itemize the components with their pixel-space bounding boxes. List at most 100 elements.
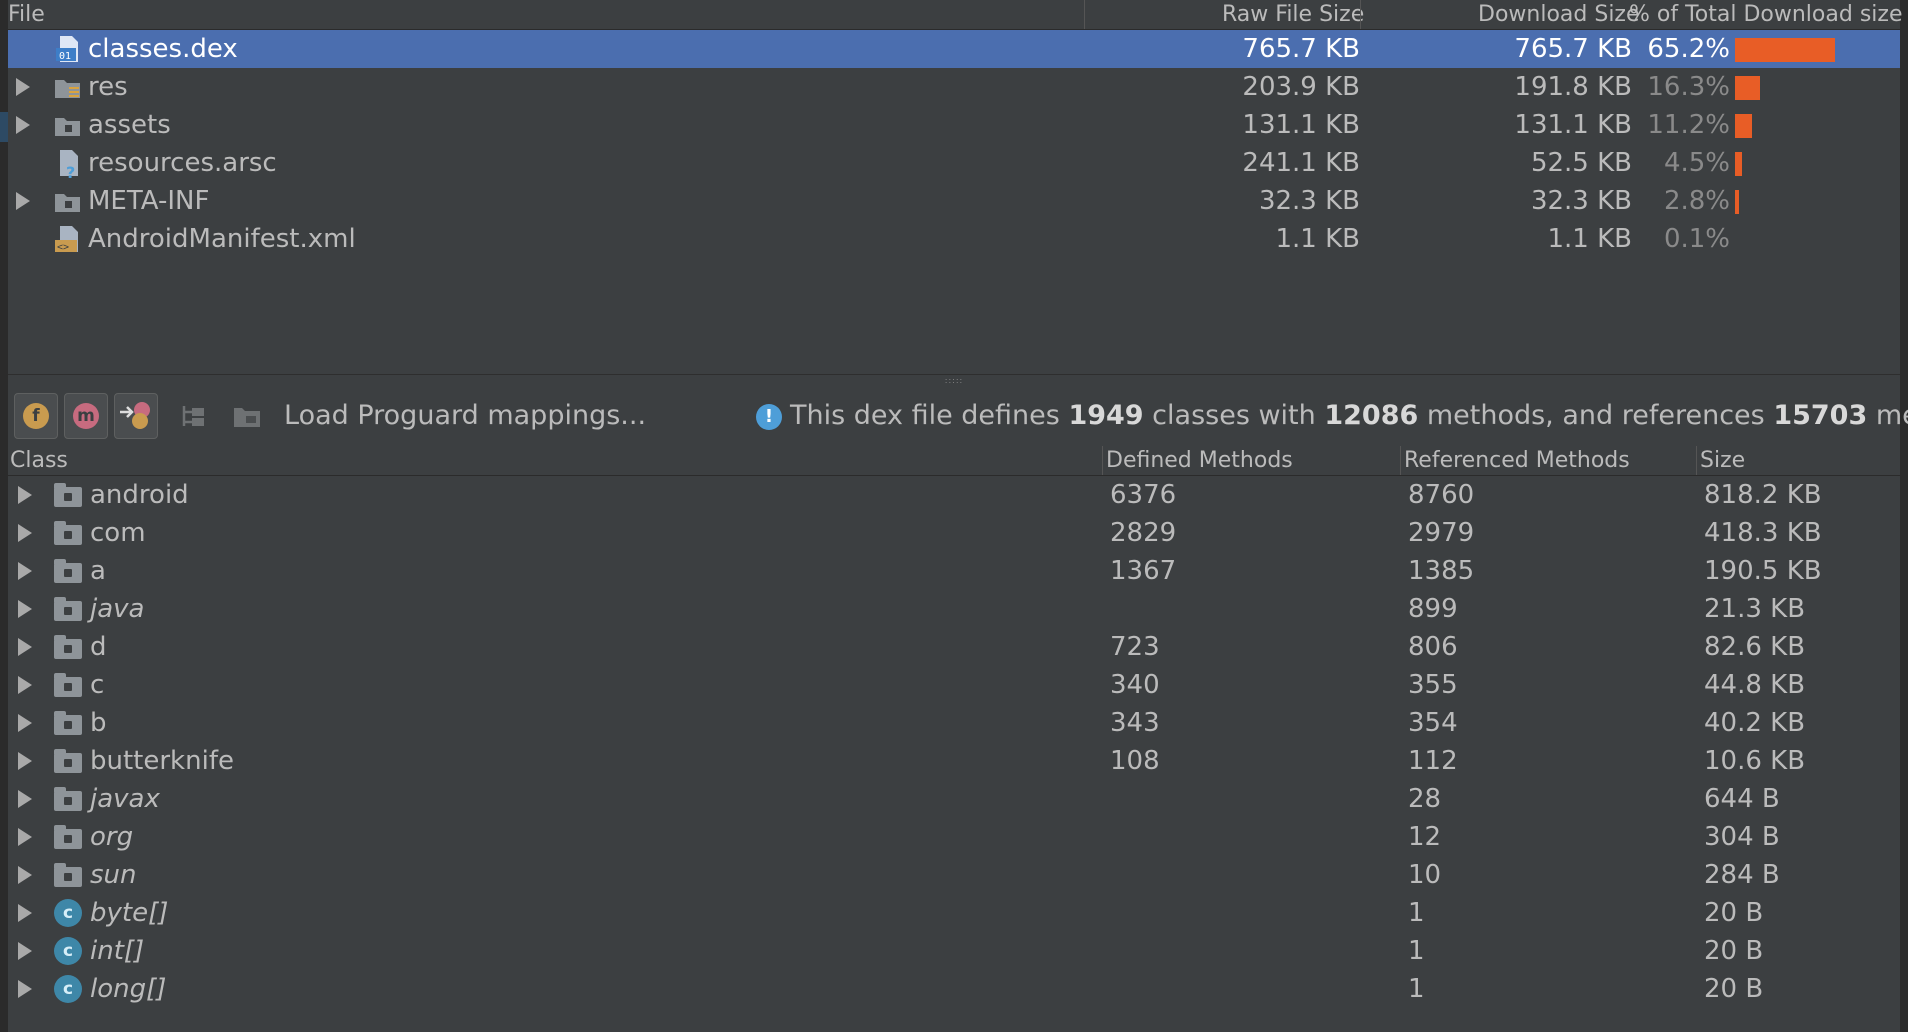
column-divider[interactable] (1084, 0, 1085, 29)
class-name: d (90, 632, 107, 662)
expand-arrow-icon[interactable] (16, 116, 30, 134)
expand-arrow-icon[interactable] (18, 866, 32, 884)
column-divider[interactable] (1400, 446, 1401, 475)
class-size: 190.5 KB (1704, 556, 1822, 586)
column-header-percent-of-total[interactable]: % of Total Download size (1629, 0, 1902, 29)
summary-text-part: This dex file defines (790, 400, 1069, 431)
column-divider[interactable] (1360, 0, 1361, 29)
class-row[interactable]: c byte[] 1 20 B (8, 894, 1900, 932)
defined-methods: 6376 (1110, 480, 1177, 510)
expand-arrow-icon[interactable] (18, 790, 32, 808)
class-row[interactable]: b 343 354 40.2 KB (8, 704, 1900, 742)
expand-arrow-icon[interactable] (18, 752, 32, 770)
class-size: 418.3 KB (1704, 518, 1822, 548)
file-row[interactable]: ? resources.arsc 241.1 KB 52.5 KB 4.5% (8, 144, 1900, 182)
class-row[interactable]: android 6376 8760 818.2 KB (8, 476, 1900, 514)
svg-text:<>: <> (57, 242, 69, 253)
column-divider[interactable] (1102, 446, 1103, 475)
expand-arrow-icon[interactable] (18, 904, 32, 922)
column-header-size[interactable]: Size (1700, 446, 1745, 475)
referenced-members-icon (120, 402, 150, 429)
column-header-file[interactable]: File (8, 0, 45, 29)
expand-arrow-icon[interactable] (18, 714, 32, 732)
class-row[interactable]: c long[] 1 20 B (8, 970, 1900, 1008)
class-size: 284 B (1704, 860, 1780, 890)
summary-text-part: methods, and references (1418, 400, 1774, 431)
defined-methods: 343 (1110, 708, 1160, 738)
file-row[interactable]: <> AndroidManifest.xml 1.1 KB 1.1 KB 0.1% (8, 220, 1900, 258)
file-name: resources.arsc (88, 148, 277, 178)
column-header-raw-file-size[interactable]: Raw File Size (1222, 0, 1364, 29)
defined-methods: 723 (1110, 632, 1160, 662)
class-row[interactable]: javax 28 644 B (8, 780, 1900, 818)
expand-arrow-icon[interactable] (18, 942, 32, 960)
package-icon (54, 861, 82, 889)
referenced-methods: 355 (1408, 670, 1458, 700)
class-name: butterknife (90, 746, 234, 776)
defined-methods: 1367 (1110, 556, 1177, 586)
percent-of-total: 0.1% (1663, 224, 1730, 254)
expand-arrow-icon[interactable] (16, 78, 30, 96)
class-size: 20 B (1704, 898, 1764, 928)
dex-summary-text: This dex file defines 1949 classes with … (790, 386, 1908, 446)
show-referenced-button[interactable] (114, 393, 158, 439)
column-header-referenced-methods[interactable]: Referenced Methods (1404, 446, 1630, 475)
defined-methods: 2829 (1110, 518, 1177, 548)
expand-arrow-icon[interactable] (18, 524, 32, 542)
download-size: 131.1 KB (1514, 110, 1632, 140)
column-header-download-size[interactable]: Download Size (1478, 0, 1640, 29)
class-row[interactable]: java 899 21.3 KB (8, 590, 1900, 628)
expand-arrow-icon[interactable] (18, 486, 32, 504)
column-header-defined-methods[interactable]: Defined Methods (1106, 446, 1293, 475)
expand-arrow-icon[interactable] (18, 562, 32, 580)
file-row[interactable]: res 203.9 KB 191.8 KB 16.3% (8, 68, 1900, 106)
class-row[interactable]: c 340 355 44.8 KB (8, 666, 1900, 704)
expand-arrow-icon[interactable] (18, 600, 32, 618)
class-row[interactable]: sun 10 284 B (8, 856, 1900, 894)
field-icon: f (23, 403, 49, 429)
class-size: 21.3 KB (1704, 594, 1806, 624)
expand-arrow-icon[interactable] (16, 192, 30, 210)
percent-of-total: 2.8% (1663, 186, 1730, 216)
tree-structure-icon[interactable] (180, 402, 210, 430)
referenced-methods: 1 (1408, 898, 1425, 928)
class-row[interactable]: a 1367 1385 190.5 KB (8, 552, 1900, 590)
package-icon (54, 557, 82, 585)
percent-of-total: 16.3% (1647, 72, 1730, 102)
file-row[interactable]: 01 classes.dex 765.7 KB 765.7 KB 65.2% (8, 30, 1900, 68)
class-row[interactable]: butterknife 108 112 10.6 KB (8, 742, 1900, 780)
gutter-marker (0, 112, 8, 142)
show-methods-button[interactable]: m (64, 393, 108, 439)
referenced-methods: 28 (1408, 784, 1442, 814)
column-header-class[interactable]: Class (10, 446, 68, 475)
expand-arrow-icon[interactable] (18, 828, 32, 846)
apk-analyzer-window: File Raw File Size Download Size % of To… (0, 0, 1908, 1032)
file-row[interactable]: META-INF 32.3 KB 32.3 KB 2.8% (8, 182, 1900, 220)
class-row[interactable]: org 12 304 B (8, 818, 1900, 856)
class-icon: c (54, 937, 82, 965)
class-row[interactable]: com 2829 2979 418.3 KB (8, 514, 1900, 552)
class-name: byte[] (90, 898, 169, 928)
left-gutter (0, 0, 8, 1032)
expand-arrow-icon[interactable] (18, 676, 32, 694)
column-divider[interactable] (1696, 446, 1697, 475)
show-fields-button[interactable]: f (14, 393, 58, 439)
class-row[interactable]: c int[] 1 20 B (8, 932, 1900, 970)
class-name: int[] (90, 936, 145, 966)
class-row[interactable]: d 723 806 82.6 KB (8, 628, 1900, 666)
raw-file-size: 1.1 KB (1275, 224, 1361, 254)
package-icon (54, 481, 82, 509)
expand-arrow-icon[interactable] (18, 980, 32, 998)
dex-file-icon: 01 (54, 34, 82, 64)
class-name: sun (90, 860, 137, 890)
file-row[interactable]: assets 131.1 KB 131.1 KB 11.2% (8, 106, 1900, 144)
referenced-methods: 10 (1408, 860, 1442, 890)
splitter-grip-icon[interactable]: ::::: (945, 377, 963, 385)
size-share-bar (1735, 38, 1835, 62)
class-name: a (90, 556, 106, 586)
expand-arrow-icon[interactable] (18, 638, 32, 656)
class-icon: c (54, 975, 82, 1003)
class-size: 82.6 KB (1704, 632, 1806, 662)
load-proguard-mappings-link[interactable]: Load Proguard mappings... (284, 386, 646, 446)
folder-browse-icon[interactable] (232, 402, 262, 430)
